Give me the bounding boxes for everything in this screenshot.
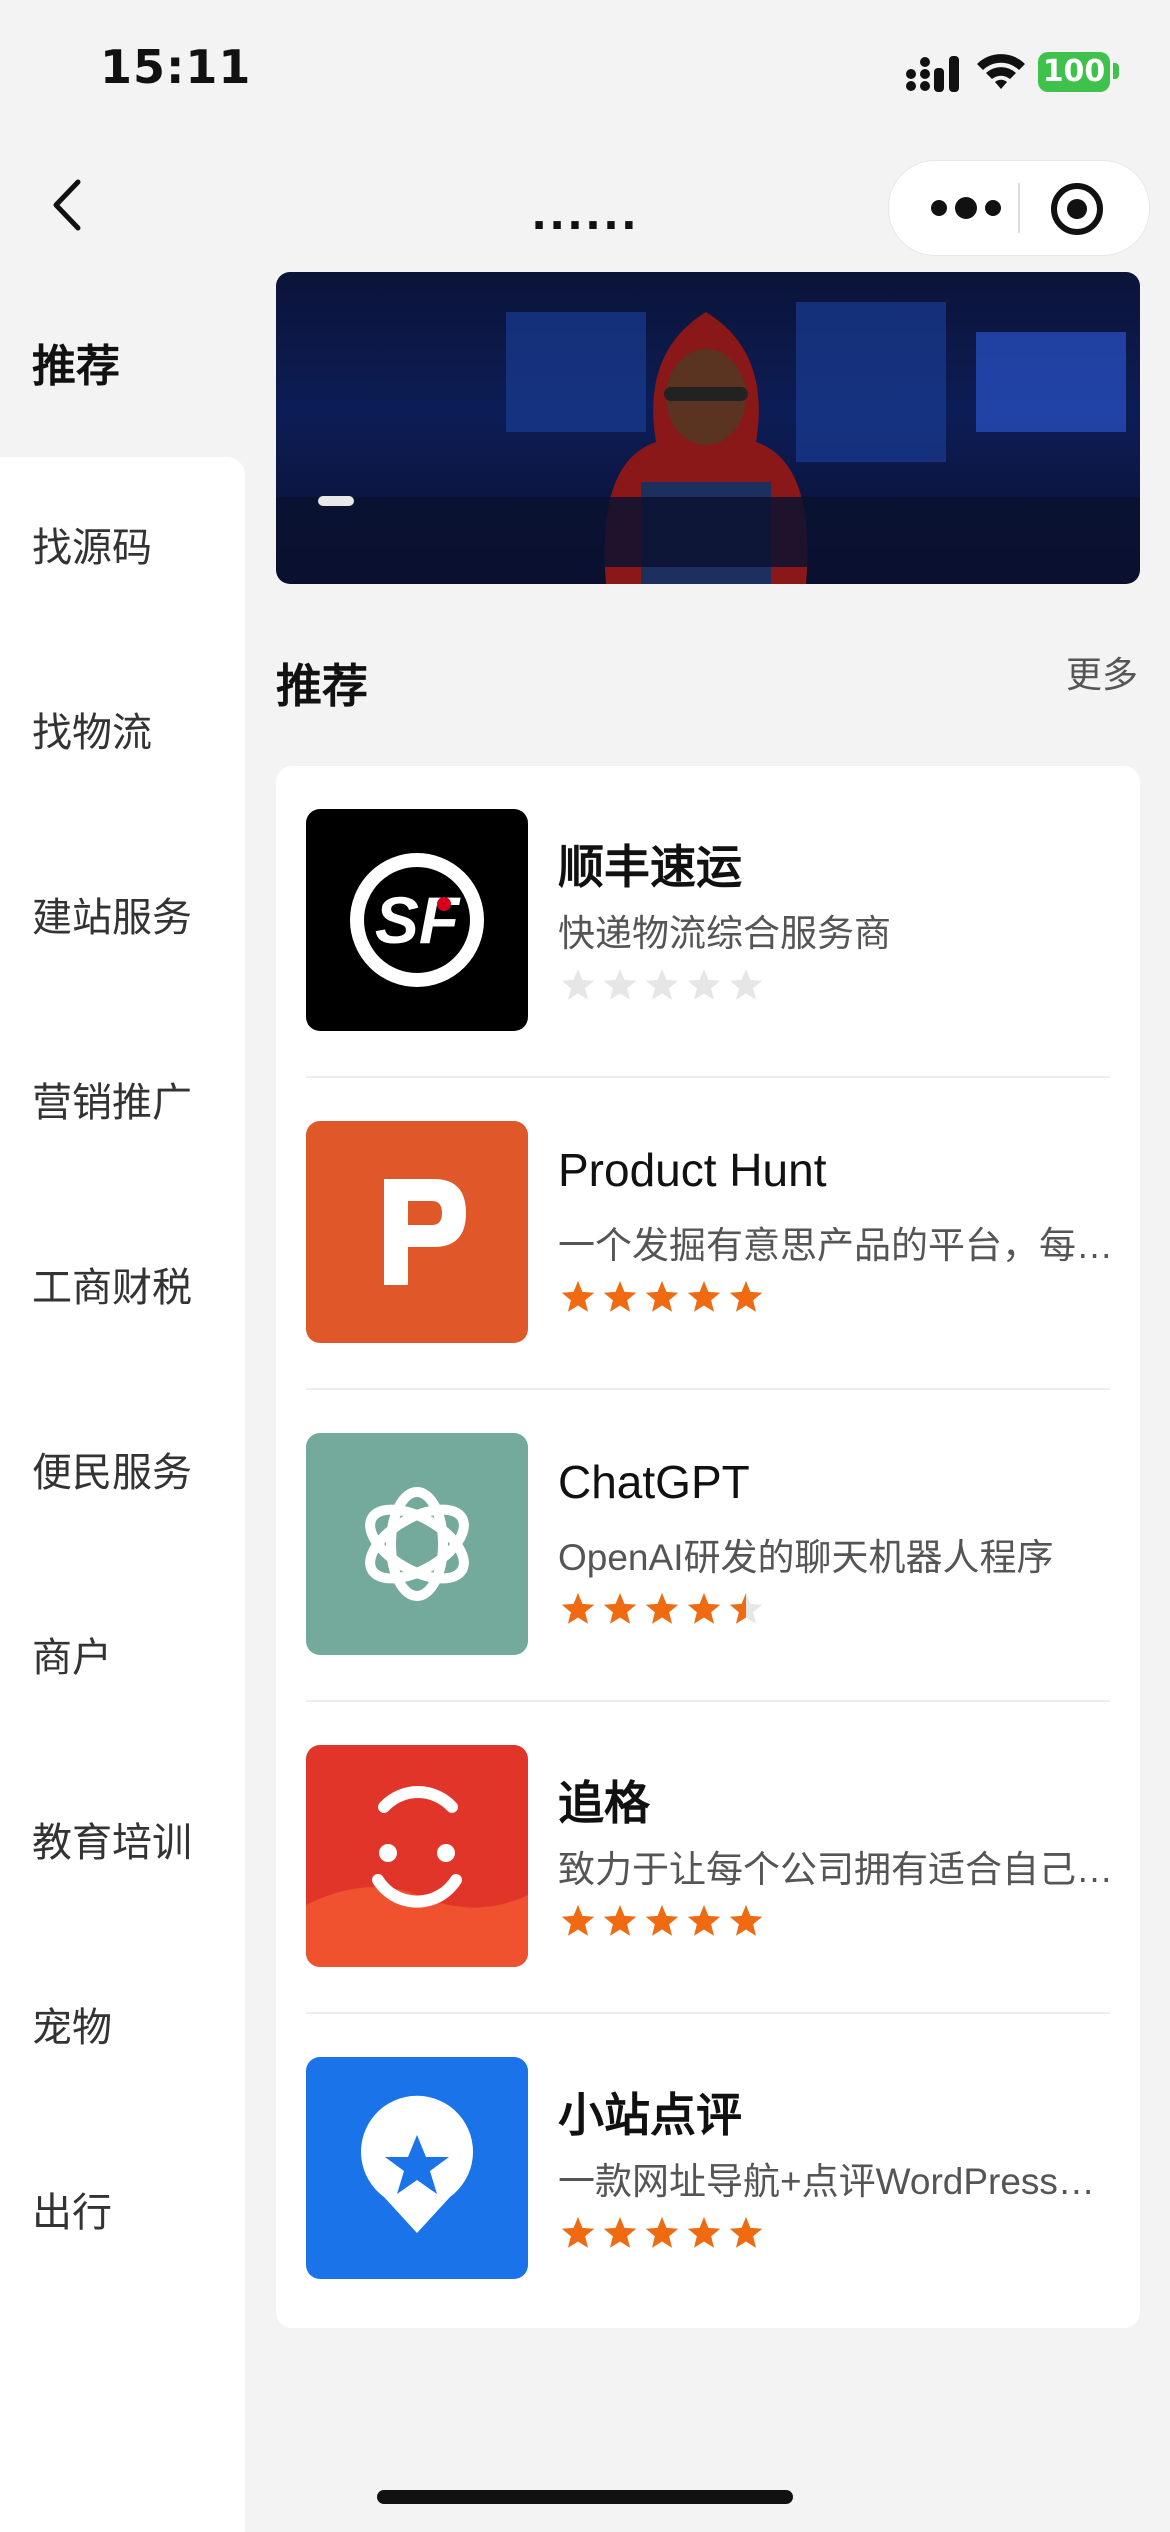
sidebar-item-pets[interactable]: 宠物 xyxy=(0,1935,245,2120)
star-empty-icon xyxy=(603,969,637,1000)
back-arrow-icon[interactable] xyxy=(40,170,100,240)
app-list-item[interactable]: 追格 致力于让每个公司拥有适合自己的小程序 xyxy=(306,1702,1118,2014)
star-filled-icon xyxy=(645,1905,679,1936)
app-list-item[interactable]: ChatGPT OpenAI研发的聊天机器人程序 xyxy=(306,1390,1116,1702)
sidebar-item-label: 找物流 xyxy=(32,711,152,755)
location-star-pin-logo-icon xyxy=(306,2057,528,2279)
sidebar-item-education[interactable]: 教育培训 xyxy=(0,1750,245,1935)
sidebar-item-marketing[interactable]: 营销推广 xyxy=(0,1010,245,1195)
banner-indicator-dot[interactable] xyxy=(318,496,354,506)
star-filled-icon xyxy=(645,1593,679,1624)
capsule-divider xyxy=(1018,183,1020,233)
app-list-item[interactable]: SF 顺丰速运 快递物流综合服务商 xyxy=(306,766,1116,1078)
app-description: 快递物流综合服务商 xyxy=(558,913,891,954)
star-filled-icon xyxy=(729,1905,763,1936)
sidebar-item-label: 工商财税 xyxy=(32,1266,192,1310)
star-filled-icon xyxy=(729,2217,763,2248)
app-description: 致力于让每个公司拥有适合自己的小程序 xyxy=(558,1849,1118,1890)
sidebar-item-merchants[interactable]: 商户 xyxy=(0,1565,245,1750)
star-filled-icon xyxy=(687,2217,721,2248)
sidebar-item-tax[interactable]: 工商财税 xyxy=(0,1195,245,1380)
sf-express-logo-icon: SF xyxy=(306,809,528,1031)
star-rating xyxy=(561,2217,763,2248)
star-filled-icon xyxy=(687,1905,721,1936)
star-filled-icon xyxy=(687,1281,721,1312)
app-name: 小站点评 xyxy=(558,2089,742,2141)
app-list-item[interactable]: Product Hunt 一个发掘有意思产品的平台，每天都会推荐新产品 xyxy=(306,1078,1118,1390)
more-options-icon[interactable] xyxy=(927,193,1005,223)
banner-logo-strip xyxy=(276,497,1140,567)
star-filled-icon xyxy=(603,1905,637,1936)
sidebar-item-label: 便民服务 xyxy=(32,1451,192,1495)
app-description: 一个发掘有意思产品的平台，每天都会推荐新产品 xyxy=(558,1225,1118,1266)
star-empty-icon xyxy=(645,969,679,1000)
wifi-icon xyxy=(977,54,1025,89)
promo-banner[interactable] xyxy=(276,272,1140,584)
status-time: 15:11 xyxy=(100,40,252,94)
close-target-icon[interactable] xyxy=(1049,181,1105,237)
sidebar-item-label: 推荐 xyxy=(32,342,120,391)
app-name: ChatGPT xyxy=(558,1456,750,1508)
home-indicator[interactable] xyxy=(377,2490,793,2504)
star-filled-icon xyxy=(645,1281,679,1312)
star-empty-icon xyxy=(687,969,721,1000)
sidebar-item-source-code[interactable]: 找源码 xyxy=(0,455,245,640)
app-name: 追格 xyxy=(558,1777,650,1829)
star-filled-icon xyxy=(603,1593,637,1624)
sidebar-item-label: 出行 xyxy=(32,2191,112,2235)
star-filled-icon xyxy=(645,2217,679,2248)
battery-tip xyxy=(1113,63,1119,79)
sidebar-item-label: 找源码 xyxy=(32,526,152,570)
star-filled-icon xyxy=(603,2217,637,2248)
star-filled-icon xyxy=(729,1281,763,1312)
app-list-item[interactable]: 小站点评 一款网址导航+点评WordPress主题 xyxy=(306,2014,1118,2326)
zhuige-smile-logo-icon xyxy=(306,1745,528,1967)
battery-icon: 100 xyxy=(1038,52,1110,92)
banner-screen-panel xyxy=(976,332,1126,432)
star-filled-icon xyxy=(561,1905,595,1936)
cellular-signal-icon xyxy=(906,56,959,92)
svg-text:SF: SF xyxy=(375,883,461,957)
star-rating xyxy=(561,969,763,1000)
star-filled-icon xyxy=(561,1593,595,1624)
status-bar: 15:11 100 xyxy=(0,0,1170,140)
sidebar-item-label: 教育培训 xyxy=(32,1821,192,1865)
app-list-card: SF 顺丰速运 快递物流综合服务商 Product Hunt 一个发掘有意思产品… xyxy=(276,766,1140,2328)
star-filled-icon xyxy=(561,2217,595,2248)
app-name: Product Hunt xyxy=(558,1144,827,1196)
app-name: 顺丰速运 xyxy=(558,841,742,893)
product-hunt-logo-icon xyxy=(306,1121,528,1343)
mini-program-capsule xyxy=(888,160,1150,256)
category-sidebar: 推荐 找源码 找物流 建站服务 营销推广 工商财税 便民服务 商户 教育培训 宠… xyxy=(0,270,245,2532)
sidebar-item-recommend[interactable]: 推荐 xyxy=(0,270,245,455)
sidebar-item-public-services[interactable]: 便民服务 xyxy=(0,1380,245,1565)
star-filled-icon xyxy=(687,1593,721,1624)
sidebar-item-label: 宠物 xyxy=(32,2006,112,2050)
sidebar-item-label: 商户 xyxy=(32,1636,112,1680)
more-link[interactable]: 更多 xyxy=(1066,646,1138,698)
sidebar-item-website[interactable]: 建站服务 xyxy=(0,825,245,1010)
star-empty-icon xyxy=(729,969,763,1000)
section-title: 推荐 xyxy=(276,659,368,713)
sidebar-item-label: 营销推广 xyxy=(32,1081,192,1125)
sidebar-item-travel[interactable]: 出行 xyxy=(0,2120,245,2305)
star-rating xyxy=(561,1281,763,1312)
openai-logo-icon xyxy=(306,1433,528,1655)
star-filled-icon xyxy=(603,1281,637,1312)
star-filled-icon xyxy=(561,1281,595,1312)
sidebar-item-logistics[interactable]: 找物流 xyxy=(0,640,245,825)
star-empty-icon xyxy=(561,969,595,1000)
app-description: 一款网址导航+点评WordPress主题 xyxy=(558,2161,1118,2202)
star-rating xyxy=(561,1905,763,1936)
app-description: OpenAI研发的聊天机器人程序 xyxy=(558,1537,1054,1578)
star-rating xyxy=(561,1593,763,1624)
sidebar-item-label: 建站服务 xyxy=(32,896,192,940)
page-title: ...... xyxy=(531,190,639,239)
